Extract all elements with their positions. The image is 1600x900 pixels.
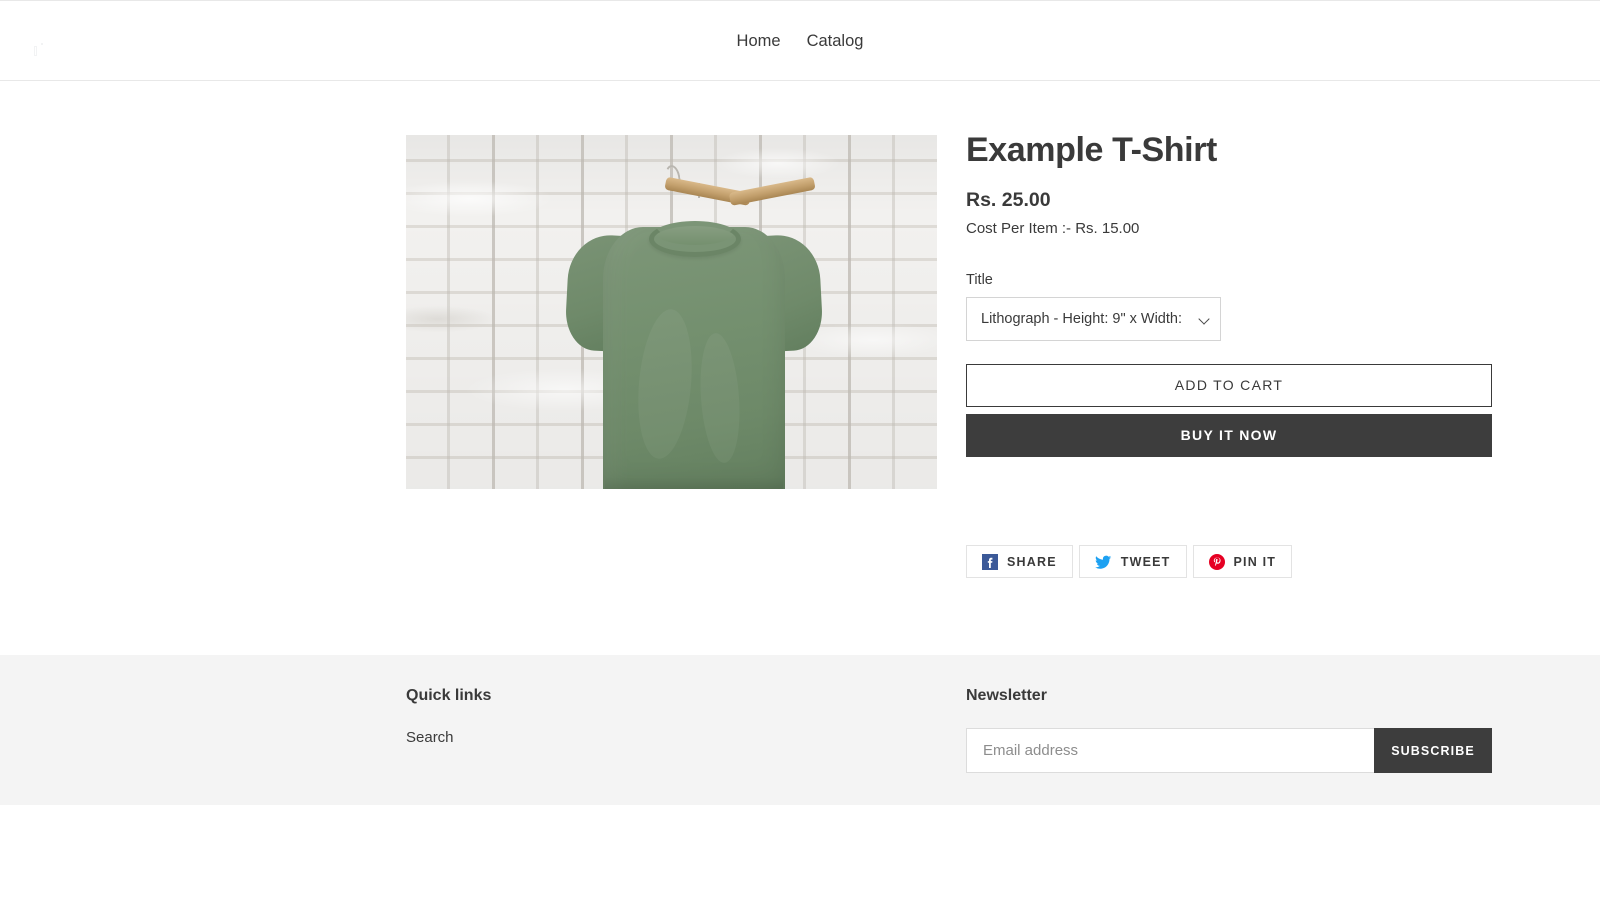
nav-link-catalog[interactable]: Catalog [805,29,866,54]
site-footer: Quick links Search Newsletter Subscribe [0,655,1600,805]
share-twitter-button[interactable]: Tweet [1078,545,1187,578]
social-share-row: Share Tweet Pin it [966,545,1298,578]
add-to-cart-button[interactable]: Add to cart [966,363,1492,407]
variant-select[interactable]: Lithograph - Height: 9" x Width: [966,296,1221,341]
footer-inner: Quick links Search Newsletter Subscribe [0,655,1600,805]
product-image[interactable] [406,135,937,489]
product-title: Example T-Shirt [966,131,1217,169]
subscribe-button[interactable]: Subscribe [1374,728,1492,774]
newsletter-heading: Newsletter [966,687,1047,704]
twitter-icon [1094,555,1111,569]
quick-links-heading: Quick links [406,687,492,704]
variant-select-wrapper: Lithograph - Height: 9" x Width: [966,296,1221,341]
share-pinterest-label: Pin it [1233,554,1277,569]
tshirt-graphic [564,213,824,489]
nav-link-home[interactable]: Home [735,29,783,54]
product-price: Rs. 25.00 [966,189,1051,212]
main-navigation: Home Catalog [0,1,1600,81]
email-input[interactable] [966,728,1374,774]
newsletter-form: Subscribe [966,728,1492,774]
site-header: Home Catalog [0,0,1600,81]
purchase-buttons: Add to cart Buy it now [966,363,1496,457]
buy-it-now-button[interactable]: Buy it now [966,413,1492,457]
share-facebook-button[interactable]: Share [966,545,1073,578]
product-details: Example T-Shirt Rs. 25.00 Cost Per Item … [966,131,1496,457]
footer-link-search[interactable]: Search [406,728,454,748]
variant-selector-group: Title Lithograph - Height: 9" x Width: [966,272,1496,341]
facebook-icon [982,553,998,570]
cost-per-item-note: Cost Per Item :- Rs. 15.00 [966,220,1140,238]
tshirt-body [603,227,785,489]
product-page: Home Catalog Example T-Shirt Rs. 25.00 C… [0,0,1600,900]
share-facebook-label: Share [1007,554,1057,569]
footer-newsletter: Newsletter Subscribe [966,686,1496,774]
tshirt-hem-shadow [605,477,783,489]
share-pinterest-button[interactable]: Pin it [1192,545,1293,578]
tshirt-collar [649,221,741,257]
share-twitter-label: Tweet [1120,554,1171,569]
product-section: Example T-Shirt Rs. 25.00 Cost Per Item … [0,81,1600,655]
variant-label: Title [966,271,993,288]
footer-quick-links: Quick links Search [406,686,856,748]
pinterest-icon [1208,553,1225,570]
